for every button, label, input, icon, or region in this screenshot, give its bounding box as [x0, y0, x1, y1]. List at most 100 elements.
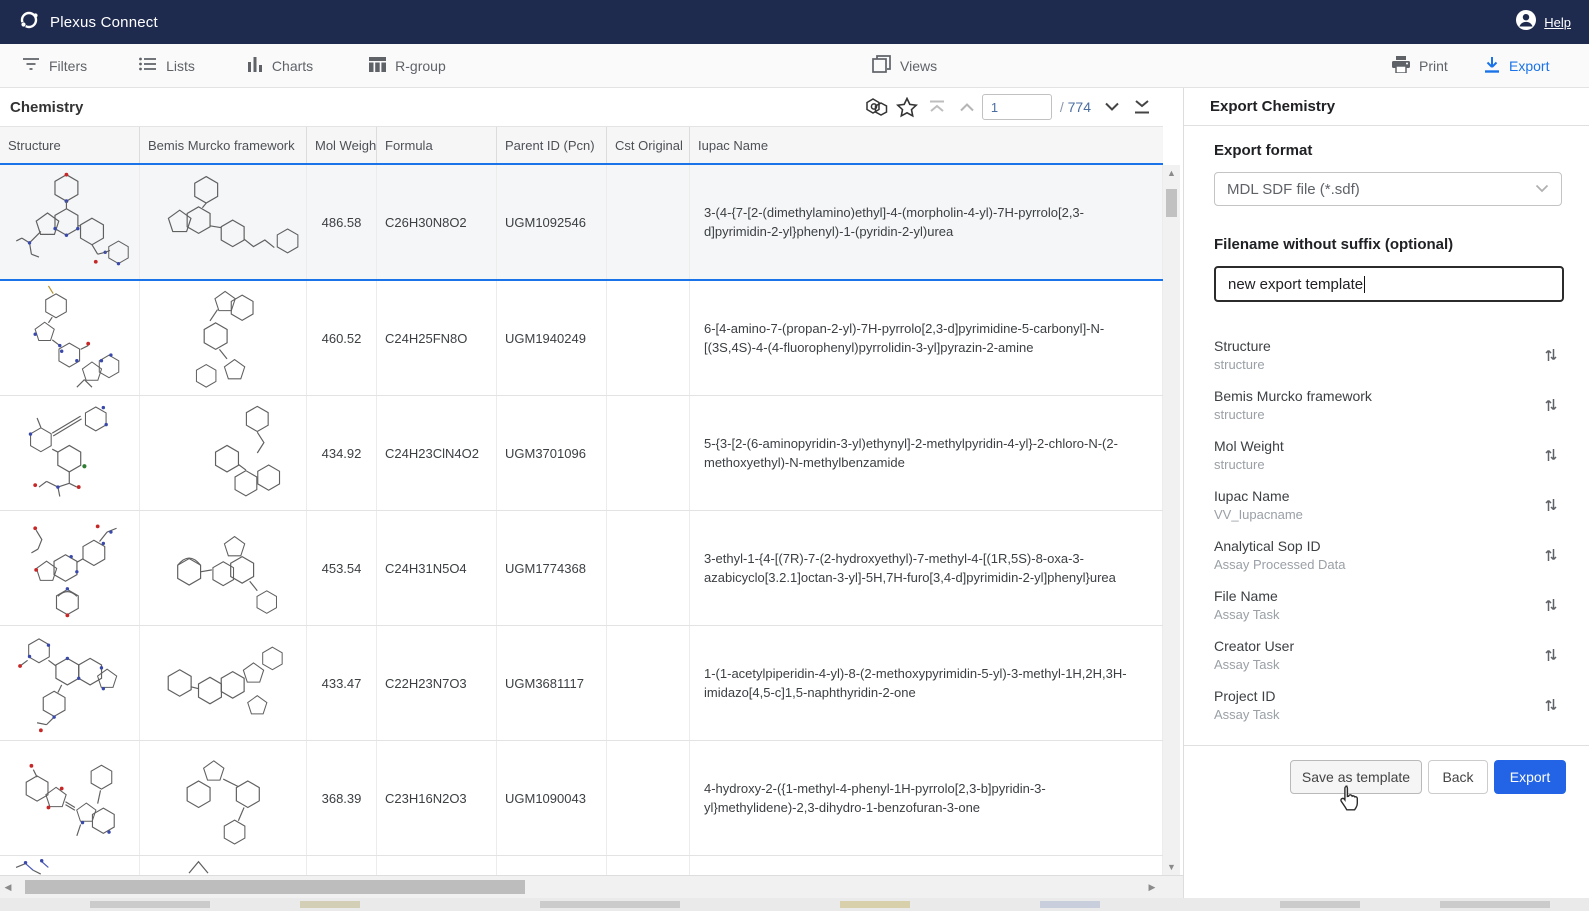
- grid-area: Chemistry / 774 Structure Bemis Murcko f…: [0, 88, 1183, 898]
- favorite-star-icon[interactable]: [892, 94, 922, 120]
- mol-weight-cell: 453.54: [307, 511, 377, 625]
- grid-title: Chemistry: [10, 99, 83, 116]
- table-row[interactable]: 460.52 C24H25FN8O UGM1940249 6-[4-amino-…: [0, 281, 1163, 396]
- reorder-field-icon[interactable]: [1539, 543, 1563, 567]
- horizontal-scroll-thumb[interactable]: [25, 880, 525, 894]
- export-field-row: File NameAssay Task: [1184, 578, 1589, 628]
- export-field-row: Mol Weightstructure: [1184, 428, 1589, 478]
- mol-weight-cell: 486.58: [307, 165, 377, 279]
- top-navbar: Plexus Connect Help: [0, 0, 1589, 44]
- scroll-up-arrow[interactable]: ▲: [1163, 165, 1180, 181]
- previous-record-icon[interactable]: [952, 94, 982, 120]
- export-panel-header: Export Chemistry: [1184, 88, 1589, 126]
- structure-search-icon[interactable]: [862, 94, 892, 120]
- vertical-scroll-thumb[interactable]: [1166, 189, 1177, 217]
- murcko-framework-image: [148, 745, 306, 851]
- mol-weight-cell: 434.92: [307, 396, 377, 510]
- formula-cell: C24H23ClN4O2: [377, 396, 497, 510]
- cst-original-cell: [607, 511, 690, 625]
- column-header-structure[interactable]: Structure: [0, 127, 140, 163]
- murcko-framework-image: [148, 515, 306, 621]
- export-button[interactable]: Export: [1494, 760, 1566, 794]
- murcko-framework-image: [148, 285, 306, 391]
- formula-cell: C22H23N7O3: [377, 626, 497, 740]
- help-link[interactable]: Help: [1544, 15, 1571, 30]
- first-record-icon[interactable]: [922, 94, 952, 120]
- print-button[interactable]: Print: [1378, 44, 1462, 87]
- user-icon[interactable]: [1515, 9, 1537, 36]
- murcko-framework-image: [148, 630, 306, 736]
- table-row[interactable]: 433.47 C22H23N7O3 UGM3681117 1-(1-acetyl…: [0, 626, 1163, 741]
- filename-label: Filename without suffix (optional): [1214, 236, 1453, 253]
- cst-original-cell: [607, 741, 690, 855]
- reorder-field-icon[interactable]: [1539, 343, 1563, 367]
- scroll-right-arrow[interactable]: ▶: [1144, 876, 1160, 898]
- reorder-field-icon[interactable]: [1539, 643, 1563, 667]
- molecule-structure-image: [12, 400, 136, 506]
- toolbar: Filters Lists Charts R-group Views Print…: [0, 44, 1589, 88]
- scroll-down-arrow[interactable]: ▼: [1163, 859, 1180, 875]
- table-row[interactable]: 486.58 C26H30N8O2 UGM1092546 3-(4-{7-[2-…: [0, 163, 1163, 281]
- column-header-mol-weight[interactable]: Mol Weight: [307, 127, 377, 163]
- record-total: / 774: [1060, 99, 1091, 115]
- column-header-cst-original[interactable]: Cst Original: [607, 127, 690, 163]
- record-number-input[interactable]: [982, 94, 1052, 120]
- molecule-structure-image: [12, 745, 136, 851]
- bar-chart-icon: [247, 57, 263, 75]
- lists-button[interactable]: Lists: [125, 44, 209, 87]
- molecule-structure-image: [12, 285, 136, 391]
- reorder-field-icon[interactable]: [1539, 443, 1563, 467]
- column-header-iupac-name[interactable]: Iupac Name: [690, 127, 1163, 163]
- table-row[interactable]: 453.54 C24H31N5O4 UGM1774368 3-ethyl-1-{…: [0, 511, 1163, 626]
- export-format-label: Export format: [1214, 142, 1312, 159]
- reorder-field-icon[interactable]: [1539, 493, 1563, 517]
- column-header-formula[interactable]: Formula: [377, 127, 497, 163]
- parent-id-cell: UGM3701096: [497, 396, 607, 510]
- iupac-name-cell: 3-ethyl-1-{4-[(7R)-7-(2-hydroxyethyl)-7-…: [690, 511, 1163, 625]
- export-field-row: Iupac NameVV_Iupacname: [1184, 478, 1589, 528]
- list-icon: [139, 57, 157, 74]
- murcko-framework-image: [148, 856, 306, 875]
- views-icon: [872, 55, 891, 76]
- last-record-icon[interactable]: [1127, 94, 1157, 120]
- panel-divider: [1184, 745, 1589, 746]
- table-row[interactable]: [0, 856, 1163, 875]
- rgroup-button[interactable]: R-group: [355, 44, 460, 87]
- download-icon: [1484, 56, 1500, 76]
- formula-cell: C24H31N5O4: [377, 511, 497, 625]
- export-format-select[interactable]: MDL SDF file (*.sdf): [1214, 172, 1562, 206]
- vertical-scrollbar[interactable]: ▲ ▼: [1163, 165, 1180, 875]
- export-field-row: Project IDAssay Task: [1184, 678, 1589, 728]
- filter-icon: [22, 57, 40, 74]
- reorder-field-icon[interactable]: [1539, 393, 1563, 417]
- table-row[interactable]: 368.39 C23H16N2O3 UGM1090043 4-hydroxy-2…: [0, 741, 1163, 856]
- filename-input[interactable]: new export template: [1214, 266, 1564, 302]
- save-as-template-button[interactable]: Save as template: [1290, 760, 1422, 794]
- printer-icon: [1392, 56, 1410, 76]
- table-row[interactable]: 434.92 C24H23ClN4O2 UGM3701096 5-{3-[2-(…: [0, 396, 1163, 511]
- horizontal-scrollbar[interactable]: ◀ ▶: [0, 875, 1183, 898]
- parent-id-cell: UGM1092546: [497, 165, 607, 279]
- column-header-parent-id[interactable]: Parent ID (Pcn): [497, 127, 607, 163]
- back-button[interactable]: Back: [1428, 760, 1488, 794]
- murcko-framework-image: [148, 169, 306, 275]
- app-logo-icon: [18, 9, 40, 36]
- scroll-left-arrow[interactable]: ◀: [0, 876, 16, 898]
- reorder-field-icon[interactable]: [1539, 693, 1563, 717]
- molecule-structure-image: [12, 515, 136, 621]
- cst-original-cell: [607, 626, 690, 740]
- molecule-structure-image: [12, 169, 136, 275]
- views-button[interactable]: Views: [858, 44, 951, 87]
- export-toolbar-button[interactable]: Export: [1470, 44, 1563, 87]
- mol-weight-cell: 460.52: [307, 281, 377, 395]
- app-brand: Plexus Connect: [18, 9, 158, 36]
- reorder-field-icon[interactable]: [1539, 593, 1563, 617]
- export-field-row: Structurestructure: [1184, 328, 1589, 378]
- panel-buttons: Save as template Back Export: [1184, 760, 1589, 794]
- iupac-name-cell: 4-hydroxy-2-({1-methyl-4-phenyl-1H-pyrro…: [690, 741, 1163, 855]
- next-record-icon[interactable]: [1097, 94, 1127, 120]
- murcko-framework-image: [148, 400, 306, 506]
- filters-button[interactable]: Filters: [8, 44, 101, 87]
- column-header-bemis-murcko[interactable]: Bemis Murcko framework: [140, 127, 307, 163]
- charts-button[interactable]: Charts: [233, 44, 327, 87]
